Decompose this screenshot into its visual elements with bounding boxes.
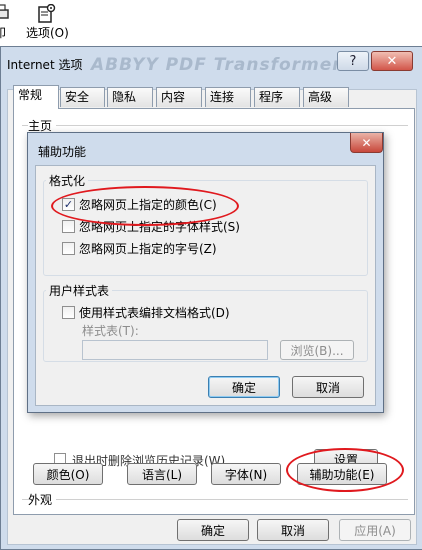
languages-button-label: 语言(L) [141,467,183,482]
stylesheet-field-label: 样式表(T): [82,324,139,338]
use-stylesheet-option[interactable]: 使用样式表编排文档格式(D) [62,304,230,321]
browse-button[interactable]: 浏览(B)... [280,340,354,360]
window-close-button[interactable]: ✕ [371,51,413,71]
ok-button[interactable]: 确定 [177,519,249,541]
annotation-ring-accessibility-button [286,448,404,492]
close-icon: ✕ [386,53,398,69]
browse-button-label: 浏览(B)... [290,343,344,358]
print-label: 印 [0,26,7,40]
dialog-close-button[interactable]: ✕ [350,133,383,153]
fonts-button-label: 字体(N) [224,467,268,482]
tab-security[interactable]: 安全 [60,87,105,107]
options-page-gear-icon [38,4,56,23]
help-icon: ? [349,53,357,69]
use-stylesheet-checkbox[interactable] [62,306,75,319]
apply-button-label: 应用(A) [354,523,396,538]
dialog-ok-label: 确定 [231,380,256,395]
browser-toolbar: 印 选项(O) [0,0,422,44]
appearance-group-label: 外观 [28,491,57,508]
colors-button[interactable]: 颜色(O) [33,463,103,485]
ok-button-label: 确定 [200,523,225,538]
colors-button-label: 颜色(O) [46,467,90,482]
ignore-font-sizes-checkbox[interactable] [62,242,75,255]
stylesheet-path-input[interactable] [82,340,268,360]
ignore-font-sizes-label: 忽略网页上指定的字号(Z) [79,242,217,256]
dialog-cancel-label: 取消 [315,380,340,395]
dialog-title: 辅助功能 [38,145,87,159]
accessibility-dialog: 辅助功能 ✕ 格式化 ✓ 忽略网页上指定的颜色(C) 忽略网页上指定的字体样式(… [27,132,384,413]
tab-programs[interactable]: 程序 [254,87,300,107]
ignore-font-styles-checkbox[interactable] [62,220,75,233]
tab-connections[interactable]: 连接 [205,87,251,107]
user-stylesheet-group-label: 用户样式表 [46,282,113,299]
background-ghost-title: ABBYY PDF Transformer+ [91,55,357,75]
use-stylesheet-label: 使用样式表编排文档格式(D) [79,306,230,320]
dialog-cancel-button[interactable]: 取消 [292,376,364,398]
formatting-group-label: 格式化 [46,172,89,189]
help-button[interactable]: ? [337,51,369,71]
cancel-button-label: 取消 [280,523,305,538]
tab-content[interactable]: 内容 [156,87,202,107]
dialog-ok-button[interactable]: 确定 [208,376,280,398]
apply-button[interactable]: 应用(A) [339,519,411,541]
home-group-line [22,125,408,126]
languages-button[interactable]: 语言(L) [127,463,197,485]
options-label: 选项(O) [26,26,69,40]
close-icon: ✕ [361,135,372,150]
window-title: Internet 选项 [7,58,83,72]
ignore-font-sizes-option[interactable]: 忽略网页上指定的字号(Z) [62,240,217,257]
tab-general[interactable]: 常规 [13,85,59,109]
print-icon [0,4,9,19]
annotation-ring-ignore-colors [51,186,239,226]
tab-advanced[interactable]: 高级 [303,87,349,107]
fonts-button[interactable]: 字体(N) [211,463,281,485]
cancel-button[interactable]: 取消 [257,519,329,541]
options-toolbar-button[interactable]: 选项(O) [26,2,74,42]
tab-privacy[interactable]: 隐私 [107,87,153,107]
appearance-group-line [22,499,408,500]
print-toolbar-button[interactable]: 印 [0,2,18,42]
